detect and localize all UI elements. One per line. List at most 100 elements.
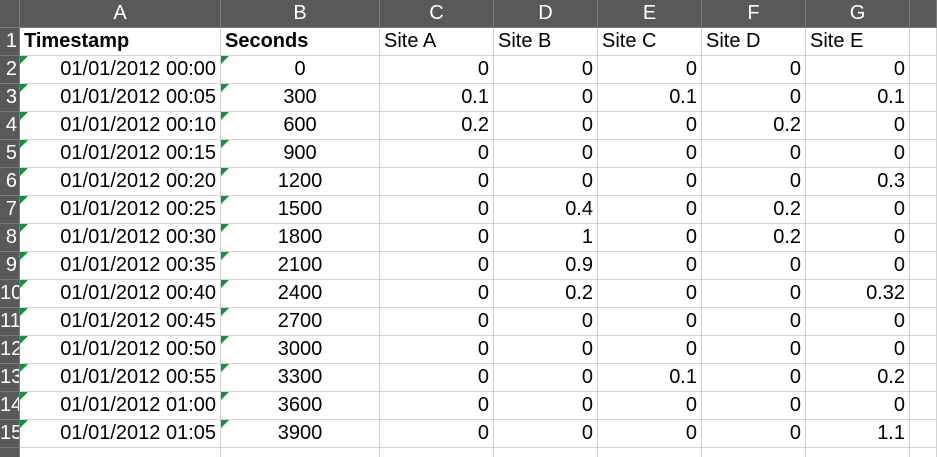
empty-cell[interactable] [20,448,221,457]
site-e-cell[interactable]: 0 [806,140,910,168]
site-b-cell[interactable]: 0 [494,168,598,196]
seconds-cell[interactable]: 2400 [221,280,380,308]
empty-cell[interactable] [702,448,806,457]
site-a-cell[interactable]: 0 [380,308,494,336]
site-b-cell[interactable]: 0 [494,364,598,392]
timestamp-cell[interactable]: 01/01/2012 00:05 [20,84,221,112]
empty-cell[interactable] [910,224,937,252]
site-a-cell[interactable]: 0 [380,224,494,252]
site-c-cell[interactable]: 0.1 [598,364,702,392]
site-c-cell[interactable]: 0 [598,308,702,336]
site-b-cell[interactable]: 0 [494,420,598,448]
row-header-16[interactable] [0,448,20,457]
row-header[interactable]: 14 [0,392,20,420]
site-b-cell[interactable]: 0 [494,392,598,420]
column-header-b[interactable]: B [221,0,380,28]
site-b-cell[interactable]: 1 [494,224,598,252]
site-a-cell[interactable]: 0 [380,392,494,420]
header-cell-site-c[interactable]: Site C [598,28,702,56]
site-b-cell[interactable]: 0 [494,140,598,168]
site-a-cell[interactable]: 0 [380,280,494,308]
site-c-cell[interactable]: 0 [598,252,702,280]
timestamp-cell[interactable]: 01/01/2012 00:20 [20,168,221,196]
site-a-cell[interactable]: 0 [380,196,494,224]
site-c-cell[interactable]: 0 [598,140,702,168]
site-d-cell[interactable]: 0.2 [702,224,806,252]
seconds-cell[interactable]: 0 [221,56,380,84]
site-c-cell[interactable]: 0 [598,280,702,308]
site-e-cell[interactable]: 0 [806,112,910,140]
row-header[interactable]: 4 [0,112,20,140]
site-d-cell[interactable]: 0 [702,168,806,196]
empty-cell[interactable] [910,336,937,364]
site-d-cell[interactable]: 0.2 [702,112,806,140]
timestamp-cell[interactable]: 01/01/2012 00:55 [20,364,221,392]
header-cell-seconds[interactable]: Seconds [221,28,380,56]
empty-cell[interactable] [910,280,937,308]
seconds-cell[interactable]: 1800 [221,224,380,252]
timestamp-cell[interactable]: 01/01/2012 00:15 [20,140,221,168]
site-e-cell[interactable]: 0 [806,336,910,364]
select-all-corner[interactable] [0,0,20,28]
empty-cell[interactable] [380,448,494,457]
header-cell-site-d[interactable]: Site D [702,28,806,56]
site-a-cell[interactable]: 0 [380,252,494,280]
site-a-cell[interactable]: 0 [380,336,494,364]
site-d-cell[interactable]: 0 [702,336,806,364]
empty-cell[interactable] [806,448,910,457]
seconds-cell[interactable]: 3300 [221,364,380,392]
timestamp-cell[interactable]: 01/01/2012 00:25 [20,196,221,224]
empty-cell[interactable] [910,252,937,280]
site-a-cell[interactable]: 0 [380,420,494,448]
site-e-cell[interactable]: 0.2 [806,364,910,392]
row-header[interactable]: 7 [0,196,20,224]
site-d-cell[interactable]: 0 [702,392,806,420]
site-d-cell[interactable]: 0.2 [702,196,806,224]
site-c-cell[interactable]: 0 [598,112,702,140]
empty-cell[interactable] [494,448,598,457]
seconds-cell[interactable]: 2700 [221,308,380,336]
site-d-cell[interactable]: 0 [702,308,806,336]
row-header[interactable]: 11 [0,308,20,336]
timestamp-cell[interactable]: 01/01/2012 01:00 [20,392,221,420]
site-a-cell[interactable]: 0 [380,364,494,392]
column-header-h[interactable] [910,0,937,28]
site-e-cell[interactable]: 1.1 [806,420,910,448]
site-b-cell[interactable]: 0 [494,84,598,112]
seconds-cell[interactable]: 3000 [221,336,380,364]
site-e-cell[interactable]: 0.3 [806,168,910,196]
seconds-cell[interactable]: 2100 [221,252,380,280]
site-b-cell[interactable]: 0 [494,112,598,140]
site-a-cell[interactable]: 0 [380,168,494,196]
row-header[interactable]: 3 [0,84,20,112]
site-c-cell[interactable]: 0 [598,420,702,448]
empty-cell[interactable] [598,448,702,457]
timestamp-cell[interactable]: 01/01/2012 00:30 [20,224,221,252]
site-c-cell[interactable]: 0 [598,224,702,252]
site-e-cell[interactable]: 0 [806,196,910,224]
row-header[interactable]: 9 [0,252,20,280]
column-header-f[interactable]: F [702,0,806,28]
site-b-cell[interactable]: 0.4 [494,196,598,224]
site-c-cell[interactable]: 0.1 [598,84,702,112]
column-header-c[interactable]: C [380,0,494,28]
empty-cell[interactable] [910,28,937,56]
row-header[interactable]: 12 [0,336,20,364]
site-e-cell[interactable]: 0 [806,392,910,420]
site-c-cell[interactable]: 0 [598,392,702,420]
site-b-cell[interactable]: 0.2 [494,280,598,308]
empty-cell[interactable] [910,84,937,112]
site-a-cell[interactable]: 0.2 [380,112,494,140]
empty-cell[interactable] [910,112,937,140]
column-header-d[interactable]: D [494,0,598,28]
row-header[interactable]: 5 [0,140,20,168]
site-e-cell[interactable]: 0.1 [806,84,910,112]
empty-cell[interactable] [910,364,937,392]
site-c-cell[interactable]: 0 [598,56,702,84]
column-header-e[interactable]: E [598,0,702,28]
seconds-cell[interactable]: 3900 [221,420,380,448]
empty-cell[interactable] [910,168,937,196]
header-cell-site-a[interactable]: Site A [380,28,494,56]
site-d-cell[interactable]: 0 [702,252,806,280]
seconds-cell[interactable]: 1500 [221,196,380,224]
